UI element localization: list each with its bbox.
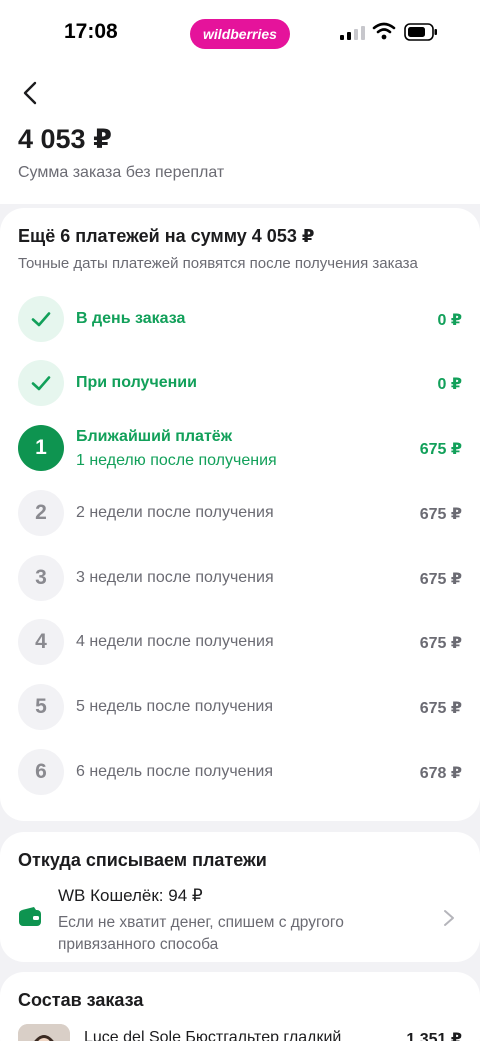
payments-card: Ещё 6 платежей на сумму 4 053 ₽ Точные д…	[0, 208, 480, 821]
status-bar: 17:08 wildberries	[0, 0, 480, 66]
payments-subtitle: Точные даты платежей появятся после полу…	[18, 255, 418, 272]
order-total: 4 053 ₽	[18, 124, 112, 154]
payment-number: 6	[18, 749, 64, 795]
payment-source-card[interactable]: Откуда списываем платежи WB Кошелёк: 94 …	[0, 832, 480, 962]
payment-label: 2 недели после получения	[76, 504, 274, 521]
wallet-balance: WB Кошелёк: 94 ₽	[58, 886, 203, 905]
payment-label: 3 недели после получения	[76, 569, 274, 586]
order-contents-card: Состав заказа Luce del Sole Бюстгальтер …	[0, 972, 480, 1041]
payment-amount: 675 ₽	[419, 635, 462, 652]
payment-row: В день заказа 0 ₽	[0, 296, 480, 344]
payment-amount: 0 ₽	[437, 312, 462, 329]
payments-title: Ещё 6 платежей на сумму 4 053 ₽	[18, 226, 315, 246]
payment-label: 5 недель после получения	[76, 698, 274, 715]
payment-amount: 0 ₽	[437, 376, 462, 393]
payment-amount: 678 ₽	[419, 765, 462, 782]
check-icon	[18, 360, 64, 406]
payment-number: 4	[18, 619, 64, 665]
signal-icon	[340, 26, 365, 40]
check-icon	[18, 296, 64, 342]
payment-number: 1	[18, 425, 64, 471]
payment-amount: 675 ₽	[419, 506, 462, 523]
payment-label: При получении	[76, 374, 197, 391]
product-thumbnail[interactable]	[18, 1024, 70, 1041]
order-total-caption: Сумма заказа без переплат	[18, 164, 225, 181]
wallet-note: Если не хватит денег, спишем с другого п…	[58, 914, 344, 953]
payment-amount: 675 ₽	[419, 571, 462, 588]
payment-label: Ближайший платёж	[76, 428, 233, 445]
payment-number: 2	[18, 490, 64, 536]
header: 4 053 ₽ Сумма заказа без переплат	[0, 66, 480, 204]
payment-row: 4 4 недели после получения 675 ₽	[0, 619, 480, 667]
payment-row: При получении 0 ₽	[0, 360, 480, 408]
payment-source-title: Откуда списываем платежи	[18, 850, 267, 870]
payment-label: 4 недели после получения	[76, 633, 274, 650]
payment-label: В день заказа	[76, 310, 186, 327]
payment-sublabel: 1 неделю после получения	[76, 452, 277, 469]
payment-amount: 675 ₽	[419, 441, 462, 458]
payment-amount: 675 ₽	[419, 700, 462, 717]
payment-number: 3	[18, 555, 64, 601]
payment-row: 3 3 недели после получения 675 ₽	[0, 555, 480, 603]
product-name[interactable]: Luce del Sole Бюстгальтер гладкий	[84, 1029, 341, 1041]
payment-row: 2 2 недели после получения 675 ₽	[0, 490, 480, 538]
wallet-icon	[19, 907, 41, 926]
product-price: 1 351 ₽	[406, 1031, 462, 1041]
payment-row-current: 1 Ближайший платёж 1 неделю после получе…	[0, 425, 480, 481]
payment-row: 5 5 недель после получения 675 ₽	[0, 684, 480, 732]
wifi-icon	[372, 22, 396, 40]
brand-pill: wildberries	[190, 19, 290, 49]
order-contents-title: Состав заказа	[18, 990, 144, 1010]
status-time: 17:08	[64, 20, 118, 43]
payment-label: 6 недель после получения	[76, 763, 274, 780]
back-arrow-icon[interactable]	[18, 80, 44, 106]
battery-icon	[404, 23, 437, 41]
payment-row: 6 6 недель после получения 678 ₽	[0, 749, 480, 797]
chevron-right-icon[interactable]	[442, 908, 456, 928]
payment-number: 5	[18, 684, 64, 730]
